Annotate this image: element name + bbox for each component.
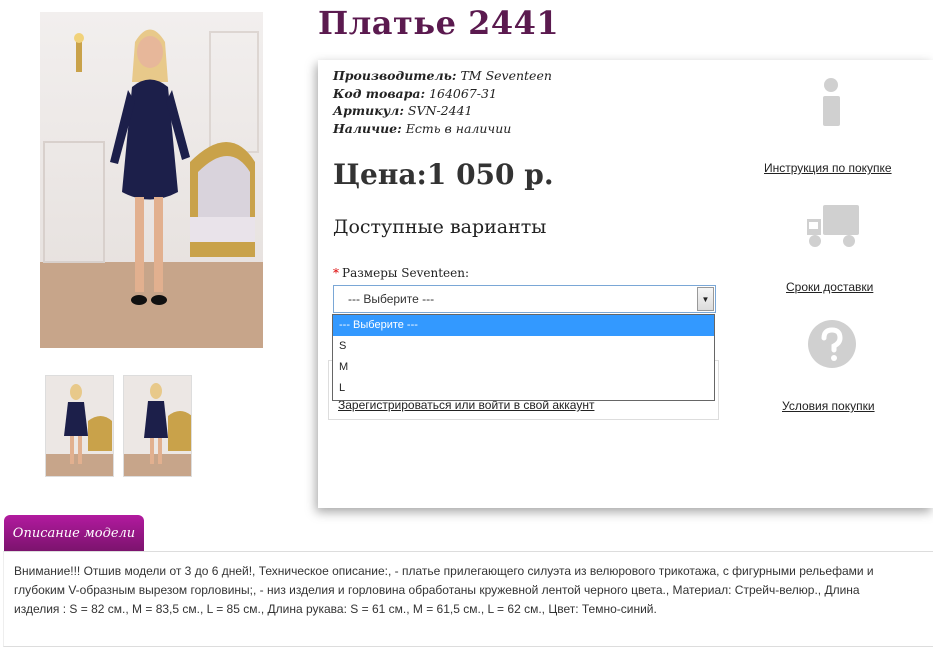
size-option-l[interactable]: L xyxy=(333,378,714,399)
help-question-icon[interactable] xyxy=(807,319,857,373)
description-panel: Внимание!!! Отшив модели от 3 до 6 дней!… xyxy=(3,551,933,647)
article-value: SVN-2441 xyxy=(407,103,473,118)
size-select[interactable]: --- Выберите --- ▼ xyxy=(333,285,716,313)
size-option-s[interactable]: S xyxy=(333,336,714,357)
thumbnail-image xyxy=(46,376,113,476)
manufacturer-value: ТМ Seventeen xyxy=(460,68,552,83)
article-label: Артикул: xyxy=(333,103,404,118)
thumbnail-image xyxy=(124,376,191,476)
product-meta: Производитель: ТМ Seventeen Код товара: … xyxy=(333,67,552,137)
size-label: * Размеры Seventeen: xyxy=(333,266,469,280)
product-price: Цена:1 050 р. xyxy=(333,158,554,191)
delivery-truck-icon[interactable] xyxy=(805,203,861,253)
info-icon[interactable] xyxy=(818,78,844,132)
code-label: Код товара: xyxy=(333,85,426,101)
size-dropdown-list: --- Выберите --- S M L xyxy=(332,314,715,401)
code-value: 164067-31 xyxy=(429,85,497,101)
thumbnail-1[interactable] xyxy=(45,375,114,477)
required-mark: * xyxy=(333,266,339,280)
size-option-placeholder[interactable]: --- Выберите --- xyxy=(333,315,714,336)
size-select-value: --- Выберите --- xyxy=(348,292,435,306)
stock-value: Есть в наличии xyxy=(405,120,512,136)
dress-photo-illustration xyxy=(40,12,263,348)
manufacturer-label: Производитель: xyxy=(333,68,457,83)
thumbnail-2[interactable] xyxy=(123,375,192,477)
dropdown-arrow-icon[interactable]: ▼ xyxy=(697,287,714,311)
size-option-m[interactable]: M xyxy=(333,357,714,378)
product-info-card: Производитель: ТМ Seventeen Код товара: … xyxy=(318,60,933,508)
stock-label: Наличие: xyxy=(333,120,402,136)
delivery-times-link[interactable]: Сроки доставки xyxy=(786,280,873,294)
variants-heading: Доступные варианты xyxy=(333,216,547,238)
size-label-text: Размеры Seventeen: xyxy=(342,266,469,280)
main-product-photo[interactable] xyxy=(40,12,263,348)
product-title: Платье 2441 xyxy=(318,4,560,42)
purchase-instructions-link[interactable]: Инструкция по покупке xyxy=(764,161,892,175)
description-text: Внимание!!! Отшив модели от 3 до 6 дней!… xyxy=(14,564,874,616)
purchase-terms-link[interactable]: Условия покупки xyxy=(782,399,875,413)
tab-model-description[interactable]: Описание модели xyxy=(4,515,144,552)
